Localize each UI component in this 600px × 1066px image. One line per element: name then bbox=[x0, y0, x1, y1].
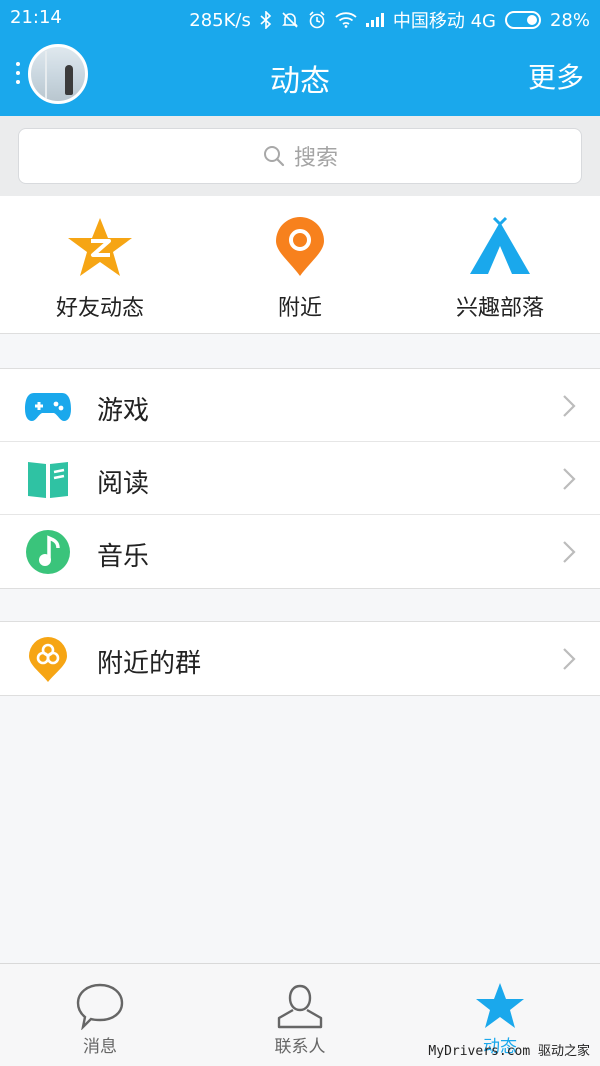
book-icon bbox=[28, 462, 68, 498]
carrier-name: 中国移动 4G bbox=[392, 11, 496, 32]
status-indicators: 285K/s 中国移动 4G 28% bbox=[189, 7, 590, 33]
mute-bell-icon bbox=[281, 12, 298, 28]
quick-entries: 好友动态 附近 兴趣部落 bbox=[0, 196, 600, 334]
chevron-right-icon bbox=[563, 541, 576, 563]
network-speed: 285K/s bbox=[189, 9, 251, 31]
bluetooth-icon bbox=[260, 11, 272, 29]
battery-icon bbox=[504, 11, 541, 29]
search-input[interactable]: 搜索 bbox=[18, 128, 582, 184]
tab-label: 消息 bbox=[83, 1037, 117, 1057]
quick-friends-feed[interactable]: 好友动态 bbox=[0, 196, 200, 333]
signal-icon bbox=[365, 13, 384, 27]
page-title: 动态 bbox=[270, 64, 330, 99]
battery-percent: 28% bbox=[549, 9, 590, 31]
list-item-label: 阅读 bbox=[97, 469, 150, 499]
wifi-icon bbox=[335, 12, 357, 28]
list-item-nearby-groups[interactable]: 附近的群 bbox=[0, 622, 600, 695]
tab-messages[interactable]: 消息 bbox=[0, 964, 200, 1066]
list-item-label: 游戏 bbox=[97, 396, 150, 426]
search-placeholder: 搜索 bbox=[293, 146, 338, 171]
location-pin-icon bbox=[276, 217, 324, 276]
status-bar: 21:14 285K/s 中国移动 4G 28% bbox=[0, 0, 600, 36]
chevron-right-icon bbox=[563, 468, 576, 490]
list-item-label: 附近的群 bbox=[97, 649, 202, 679]
quick-nearby[interactable]: 附近 bbox=[200, 196, 400, 333]
tab-label: 联系人 bbox=[274, 1037, 326, 1057]
quick-label: 附近 bbox=[277, 296, 322, 321]
nearby-list: 附近的群 bbox=[0, 621, 600, 696]
star-icon bbox=[476, 983, 524, 1028]
chat-bubble-icon bbox=[76, 983, 124, 1030]
quick-interest-tribe[interactable]: 兴趣部落 bbox=[400, 196, 600, 333]
status-time: 21:14 bbox=[10, 7, 62, 28]
list-item-music[interactable]: 音乐 bbox=[0, 515, 600, 588]
search-icon bbox=[263, 146, 285, 167]
more-button[interactable]: 更多 bbox=[528, 56, 584, 96]
tab-contacts[interactable]: 联系人 bbox=[200, 964, 400, 1066]
list-item-reading[interactable]: 阅读 bbox=[0, 442, 600, 515]
list-item-label: 音乐 bbox=[97, 542, 150, 572]
qzone-star-icon bbox=[68, 218, 132, 276]
gamepad-icon bbox=[25, 393, 71, 421]
watermark: MyDrivers.com 驱动之家 bbox=[428, 1044, 590, 1059]
music-note-icon bbox=[26, 530, 70, 574]
list-item-games[interactable]: 游戏 bbox=[0, 369, 600, 442]
contact-person-icon bbox=[277, 984, 323, 1029]
nearby-group-icon bbox=[29, 637, 67, 682]
title-bar: 动态 更多 bbox=[0, 36, 600, 116]
alarm-icon bbox=[309, 11, 325, 29]
chevron-right-icon bbox=[563, 395, 576, 417]
feature-list: 游戏 阅读 音乐 bbox=[0, 368, 600, 589]
search-area: 搜索 bbox=[0, 116, 600, 196]
quick-label: 好友动态 bbox=[55, 296, 144, 321]
chevron-right-icon bbox=[563, 648, 576, 670]
tent-icon bbox=[470, 216, 530, 274]
quick-label: 兴趣部落 bbox=[455, 296, 544, 321]
